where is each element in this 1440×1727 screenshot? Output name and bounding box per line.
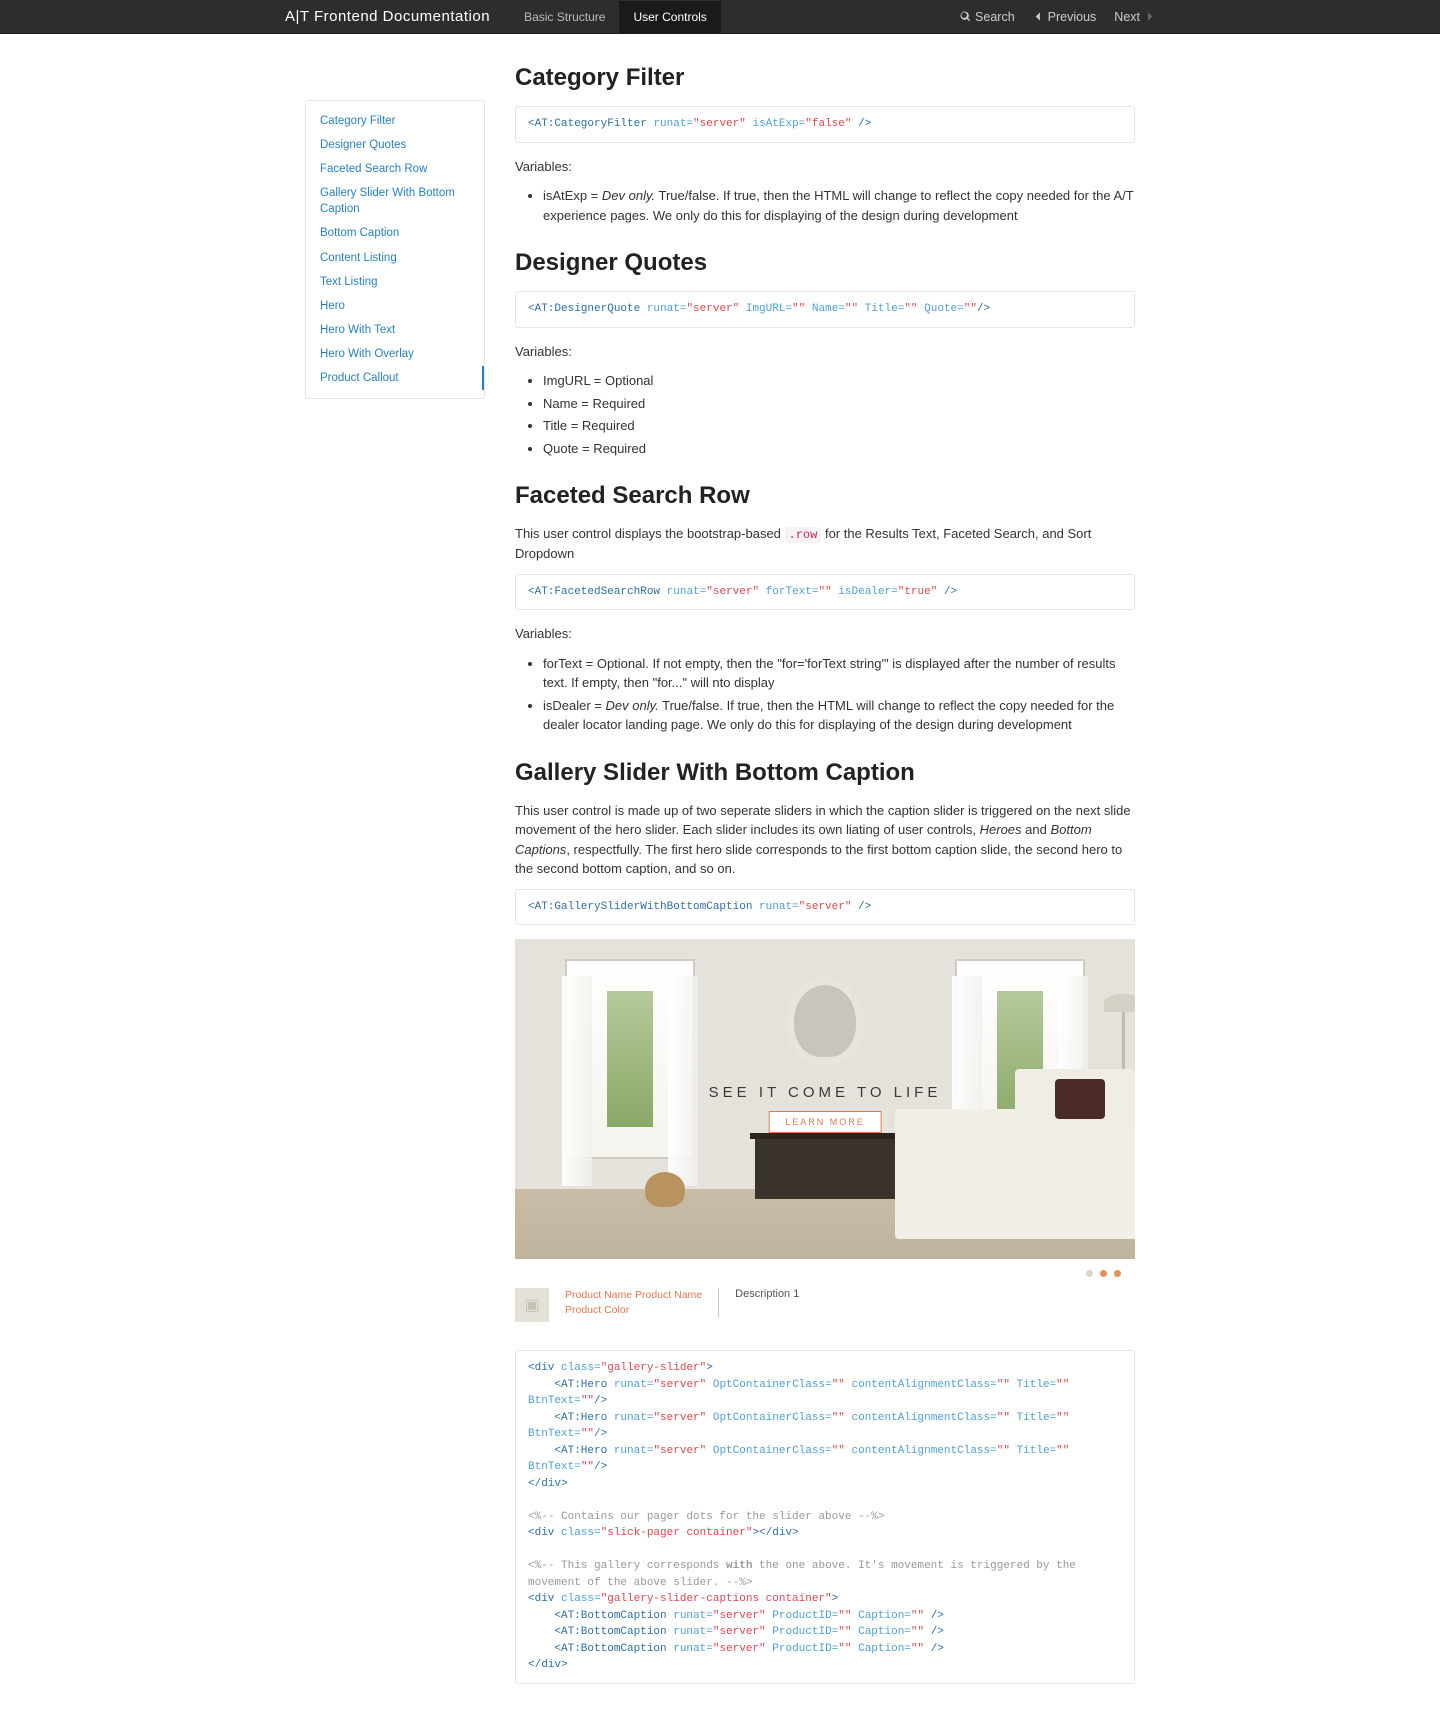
sidebar-item-category-filter[interactable]: Category Filter bbox=[306, 109, 484, 133]
code-faceted-search: <AT:FacetedSearchRow runat="server" forT… bbox=[515, 574, 1135, 611]
list-item: isAtExp = Dev only. True/false. If true,… bbox=[543, 186, 1135, 225]
tab-basic-structure[interactable]: Basic Structure bbox=[510, 1, 619, 33]
vars-label: Variables: bbox=[515, 342, 1135, 362]
nav-tabs: Basic Structure User Controls bbox=[510, 1, 721, 33]
vars-label: Variables: bbox=[515, 157, 1135, 177]
list-item: Name = Required bbox=[543, 394, 1135, 414]
previous-link[interactable]: Previous bbox=[1033, 10, 1097, 24]
code-category-filter: <AT:CategoryFilter runat="server" isAtEx… bbox=[515, 106, 1135, 143]
navbar: A|T Frontend Documentation Basic Structu… bbox=[0, 0, 1440, 34]
code-gallery-slider: <AT:GallerySliderWithBottomCaption runat… bbox=[515, 889, 1135, 926]
search-icon bbox=[960, 11, 971, 22]
heading-category-filter: Category Filter bbox=[515, 64, 1135, 92]
sidebar-item-content-listing[interactable]: Content Listing bbox=[306, 246, 484, 270]
next-link: Next bbox=[1114, 10, 1155, 24]
code-gallery-full: <div class="gallery-slider"> <AT:Hero ru… bbox=[515, 1350, 1135, 1684]
hero-title: SEE IT COME TO LIFE bbox=[709, 1084, 942, 1101]
sidebar-item-designer-quotes[interactable]: Designer Quotes bbox=[306, 133, 484, 157]
list-item: ImgURL = Optional bbox=[543, 371, 1135, 391]
heading-gallery-slider: Gallery Slider With Bottom Caption bbox=[515, 759, 1135, 787]
caption-row: ▣ Product Name Product Name Product Colo… bbox=[515, 1280, 1135, 1340]
sidebar-item-faceted-search-row[interactable]: Faceted Search Row bbox=[306, 157, 484, 181]
main-content: Category Filter <AT:CategoryFilter runat… bbox=[515, 64, 1135, 1698]
sidebar-item-gallery-slider[interactable]: Gallery Slider With Bottom Caption bbox=[306, 181, 484, 221]
paragraph: This user control displays the bootstrap… bbox=[515, 524, 1135, 564]
list-item: Quote = Required bbox=[543, 439, 1135, 459]
sidebar-item-hero[interactable]: Hero bbox=[306, 294, 484, 318]
list-item: isDealer = Dev only. True/false. If true… bbox=[543, 696, 1135, 735]
sidebar-toc: Category Filter Designer Quotes Faceted … bbox=[305, 100, 485, 399]
heading-faceted-search-row: Faceted Search Row bbox=[515, 482, 1135, 510]
list-item: Title = Required bbox=[543, 416, 1135, 436]
pager-dot-icon[interactable] bbox=[1100, 1270, 1107, 1277]
tab-user-controls[interactable]: User Controls bbox=[619, 1, 720, 33]
sidebar-item-product-callout[interactable]: Product Callout bbox=[306, 366, 484, 390]
hero-demo-image: SEE IT COME TO LIFE LEARN MORE bbox=[515, 939, 1135, 1259]
product-name: Product Name Product Name bbox=[565, 1288, 702, 1303]
learn-more-button[interactable]: LEARN MORE bbox=[768, 1111, 882, 1133]
arrow-right-icon bbox=[1144, 11, 1155, 22]
product-description: Description 1 bbox=[735, 1288, 799, 1300]
pager-dot-icon[interactable] bbox=[1086, 1270, 1093, 1277]
sidebar-item-hero-with-overlay[interactable]: Hero With Overlay bbox=[306, 342, 484, 366]
sidebar-item-text-listing[interactable]: Text Listing bbox=[306, 270, 484, 294]
search-link[interactable]: Search bbox=[960, 10, 1015, 24]
pager-dot-icon[interactable] bbox=[1114, 1270, 1121, 1277]
sidebar-item-hero-with-text[interactable]: Hero With Text bbox=[306, 318, 484, 342]
vars-label: Variables: bbox=[515, 624, 1135, 644]
code-designer-quotes: <AT:DesignerQuote runat="server" ImgURL=… bbox=[515, 291, 1135, 328]
sidebar-item-bottom-caption[interactable]: Bottom Caption bbox=[306, 221, 484, 245]
arrow-left-icon bbox=[1033, 11, 1044, 22]
paragraph: This user control is made up of two sepe… bbox=[515, 801, 1135, 879]
product-thumbnail[interactable]: ▣ bbox=[515, 1288, 549, 1322]
heading-designer-quotes: Designer Quotes bbox=[515, 249, 1135, 277]
pager-dots bbox=[515, 1261, 1135, 1280]
list-item: forText = Optional. If not empty, then t… bbox=[543, 654, 1135, 693]
brand[interactable]: A|T Frontend Documentation bbox=[285, 8, 510, 25]
product-color: Product Color bbox=[565, 1303, 702, 1318]
